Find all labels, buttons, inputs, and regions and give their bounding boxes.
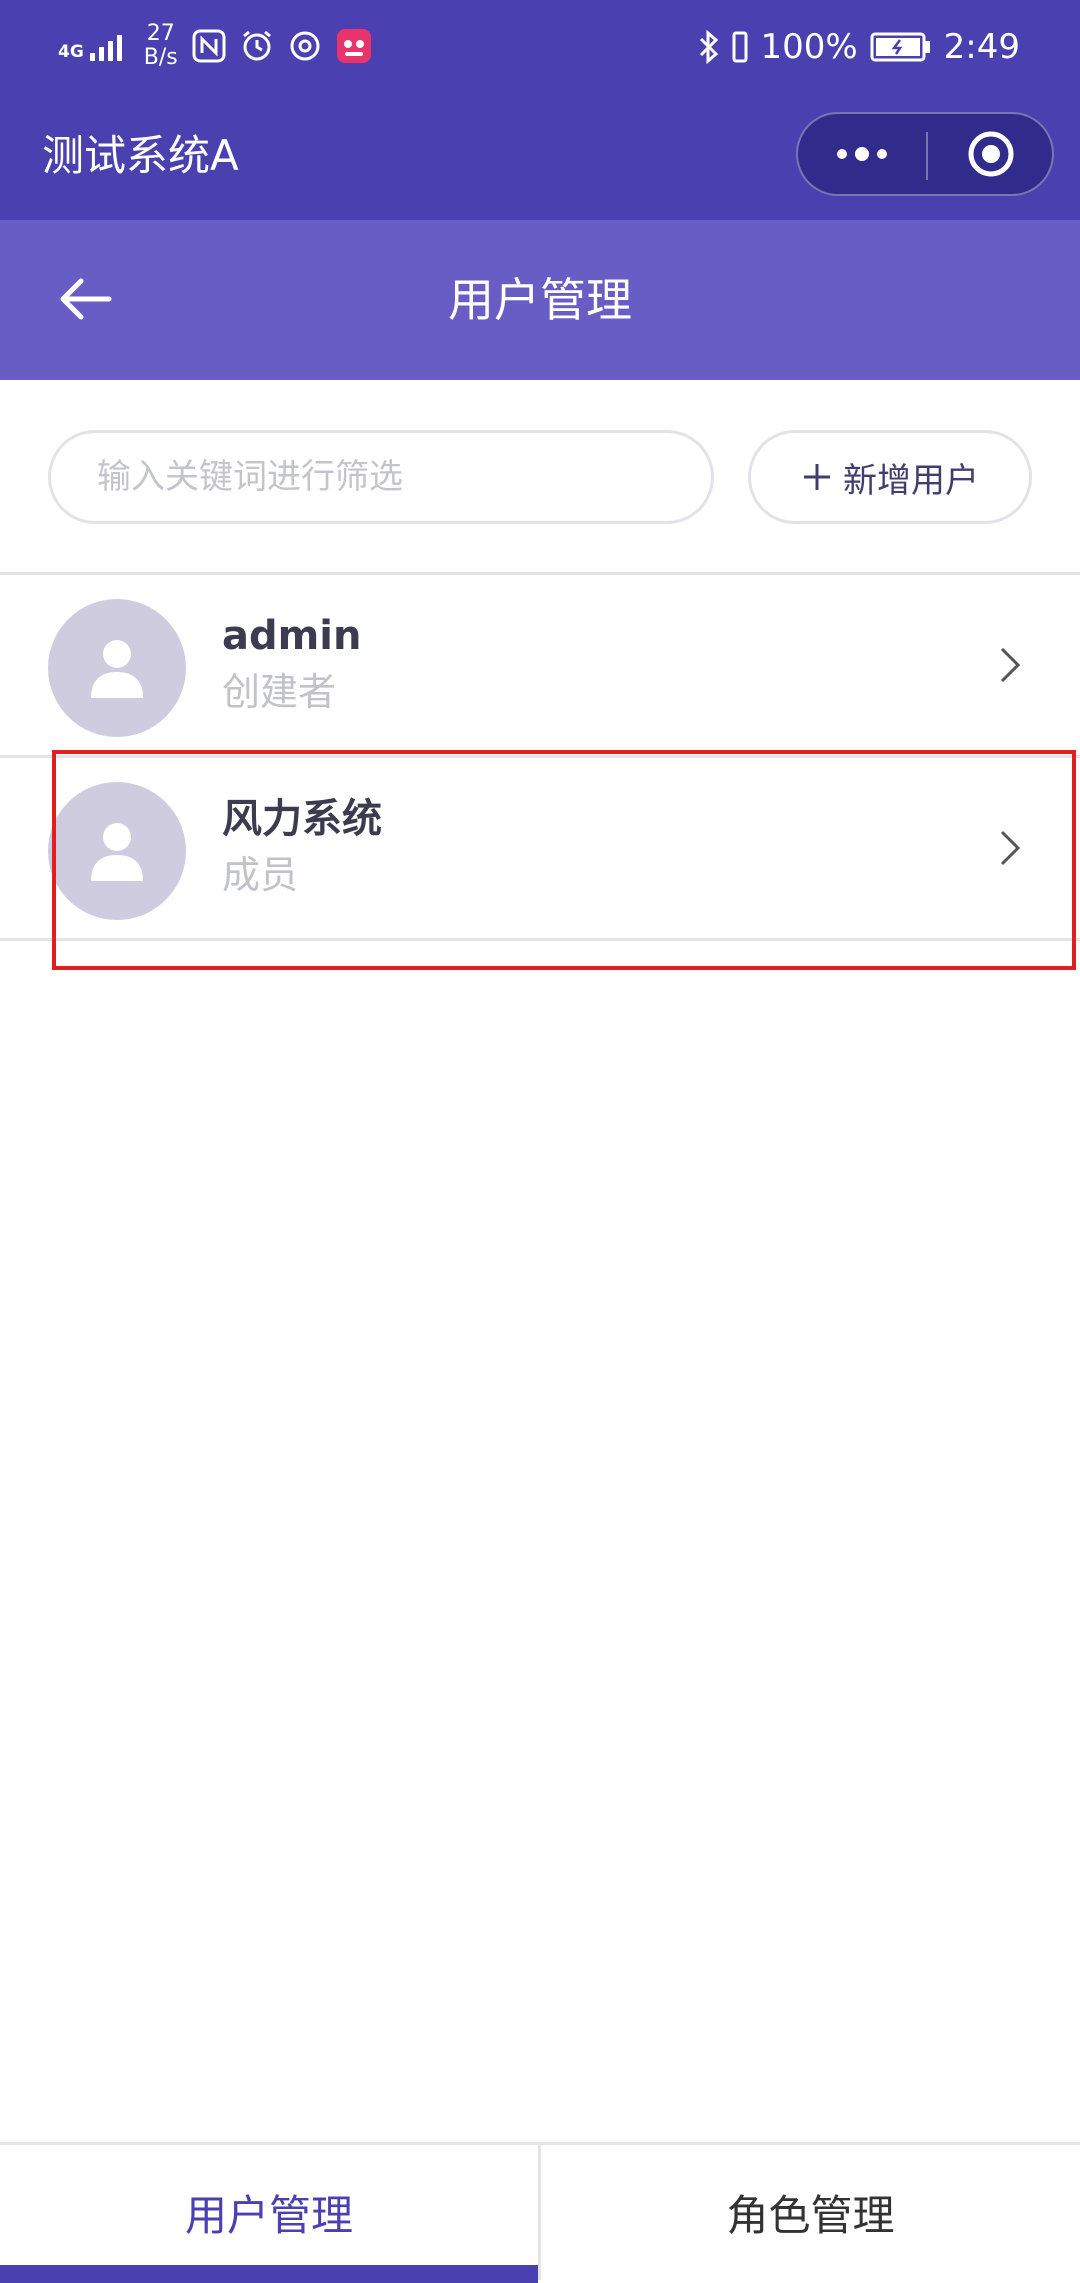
menu-capsule xyxy=(796,112,1054,196)
speed-unit: B/s xyxy=(143,45,178,70)
user-list: admin 创建者 风力系统 成员 xyxy=(0,572,1080,941)
active-tab-indicator xyxy=(0,2265,538,2283)
status-right: 100% 2:49 xyxy=(698,22,1020,72)
tab-label: 用户管理 xyxy=(184,2191,353,2240)
chevron-right-icon xyxy=(990,820,1030,876)
app-title: 测试系统A xyxy=(42,131,239,180)
signal-icon xyxy=(89,35,122,61)
network-indicator: 4G xyxy=(58,31,130,61)
more-dots-icon xyxy=(837,147,887,161)
music-app-icon xyxy=(290,31,320,61)
add-user-button[interactable]: 新增用户 xyxy=(748,430,1032,524)
avatar xyxy=(48,782,186,920)
more-button[interactable] xyxy=(798,114,926,194)
user-name: admin xyxy=(222,613,362,659)
network-speed: 27 B/s xyxy=(144,22,178,70)
user-role: 成员 xyxy=(222,853,299,897)
network-type: 4G xyxy=(58,42,84,62)
user-role: 创建者 xyxy=(222,670,337,714)
app-notification-icon xyxy=(336,29,371,63)
battery-icon xyxy=(870,32,930,62)
add-user-label: 新增用户 xyxy=(843,460,979,501)
close-button[interactable] xyxy=(928,114,1054,194)
user-icon xyxy=(91,640,143,698)
target-close-icon xyxy=(968,131,1014,177)
nfc-icon xyxy=(192,29,226,63)
search-input[interactable] xyxy=(48,430,714,524)
user-row-wind-system[interactable]: 风力系统 成员 xyxy=(0,758,1080,938)
clock: 2:49 xyxy=(943,27,1020,67)
speed-value: 27 xyxy=(146,21,175,46)
list-divider xyxy=(0,938,1080,941)
page-title: 用户管理 xyxy=(448,273,632,327)
tab-label: 角色管理 xyxy=(726,2191,895,2240)
user-name: 风力系统 xyxy=(222,796,382,842)
app-title-bar: 测试系统A xyxy=(0,92,1080,220)
page-header: 用户管理 xyxy=(0,220,1080,380)
vibrate-icon xyxy=(732,31,748,63)
tab-role-management[interactable]: 角色管理 xyxy=(538,2145,1080,2280)
chevron-right-icon xyxy=(990,637,1030,693)
bottom-tab-bar: 用户管理 角色管理 xyxy=(0,2142,1080,2283)
tab-user-management[interactable]: 用户管理 xyxy=(0,2145,538,2280)
status-left: 4G 27 B/s xyxy=(58,18,372,74)
plus-icon xyxy=(804,464,830,490)
alarm-icon xyxy=(242,30,271,61)
user-row-admin[interactable]: admin 创建者 xyxy=(0,575,1080,755)
avatar xyxy=(48,599,186,737)
user-icon xyxy=(91,823,143,881)
bluetooth-icon xyxy=(700,29,719,65)
battery-percent: 100% xyxy=(760,27,858,67)
status-bar: 4G 27 B/s 100% 2:49 xyxy=(0,0,1080,92)
